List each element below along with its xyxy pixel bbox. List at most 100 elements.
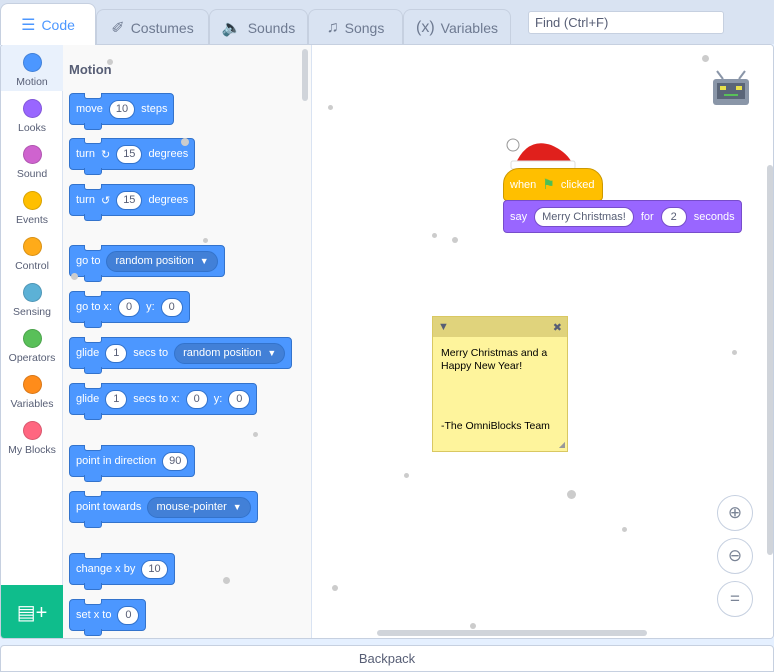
block-set-x[interactable]: set x to 0 bbox=[69, 599, 147, 636]
when-flag-clicked-block[interactable]: when ⚑ clicked bbox=[503, 168, 604, 201]
block-point-towards[interactable]: point towards mouse-pointer ▼ bbox=[69, 491, 258, 528]
sensing-icon bbox=[22, 283, 42, 302]
backpack-label: Backpack bbox=[358, 651, 416, 666]
block-go-to-xy[interactable]: go to x: 0 y: 0 bbox=[69, 291, 190, 328]
category-operators[interactable]: Operators bbox=[1, 321, 63, 367]
note-text[interactable]: Merry Christmas and a Happy New Year! bbox=[433, 337, 567, 383]
block-number-input[interactable]: 90 bbox=[162, 451, 189, 471]
rotate-left-icon: ↺ bbox=[100, 194, 111, 207]
snowflake-icon bbox=[702, 55, 709, 62]
motion-icon bbox=[22, 53, 42, 72]
backpack-bar[interactable]: Backpack bbox=[0, 645, 774, 672]
block-text: secs to x: bbox=[133, 393, 180, 405]
block-glide-to[interactable]: glide 1 secs to random position ▼ bbox=[69, 337, 293, 374]
category-label: My Blocks bbox=[8, 444, 56, 456]
block-text: turn bbox=[76, 194, 95, 206]
looks-icon bbox=[22, 99, 42, 118]
category-motion[interactable]: Motion bbox=[1, 45, 63, 91]
block-number-input[interactable]: 0 bbox=[185, 389, 208, 409]
zoom-out-button[interactable]: ⊖ bbox=[717, 538, 753, 574]
robot-logo-icon bbox=[713, 70, 749, 105]
note-signature: -The OmniBlocks Team bbox=[441, 420, 550, 432]
workspace-vertical-scrollbar[interactable] bbox=[767, 165, 773, 555]
block-glide-xy[interactable]: glide 1 secs to x: 0 y: 0 bbox=[69, 383, 258, 420]
zoom-in-button[interactable]: ⊕ bbox=[717, 495, 753, 531]
resize-grip-icon[interactable]: ◢ bbox=[559, 440, 565, 449]
block-text: secs to bbox=[133, 347, 169, 359]
block-dropdown[interactable]: random position ▼ bbox=[174, 342, 286, 364]
say-for-seconds-block[interactable]: say Merry Christmas! for 2 seconds bbox=[503, 200, 742, 233]
my-blocks-icon bbox=[22, 421, 42, 440]
seconds-input[interactable]: 2 bbox=[660, 206, 687, 227]
block-number-input[interactable]: 15 bbox=[116, 190, 143, 210]
block-number-input[interactable]: 0 bbox=[117, 605, 140, 625]
find-input[interactable]: Find (Ctrl+F) bbox=[528, 11, 724, 34]
block-dropdown[interactable]: random position ▼ bbox=[106, 250, 218, 272]
block-number-input[interactable]: 10 bbox=[108, 99, 136, 119]
palette-section-title: Motion bbox=[69, 62, 112, 77]
snowflake-icon bbox=[567, 490, 576, 499]
block-point-in-direction[interactable]: point in direction 90 bbox=[69, 445, 196, 482]
block-number-input[interactable]: 1 bbox=[105, 389, 128, 409]
snowflake-icon bbox=[732, 350, 737, 355]
variable-icon: (x) bbox=[416, 18, 435, 36]
category-sound[interactable]: Sound bbox=[1, 137, 63, 183]
category-label: Sensing bbox=[13, 306, 51, 318]
block-text: set x to bbox=[76, 609, 112, 621]
zoom-reset-icon: = bbox=[730, 589, 740, 608]
category-label: Control bbox=[15, 260, 49, 272]
category-control[interactable]: Control bbox=[1, 229, 63, 275]
category-sensing[interactable]: Sensing bbox=[1, 275, 63, 321]
palette-scrollbar[interactable] bbox=[302, 49, 308, 101]
block-number-input[interactable]: 0 bbox=[228, 389, 251, 409]
block-turn-left[interactable]: turn ↺ 15 degrees bbox=[69, 184, 196, 221]
snowflake-icon bbox=[223, 577, 230, 584]
dropdown-value: mouse-pointer bbox=[156, 501, 227, 513]
zoom-reset-button[interactable]: = bbox=[717, 581, 753, 617]
add-extension-button[interactable]: ▤+ bbox=[1, 585, 63, 638]
block-number-input[interactable]: 0 bbox=[160, 297, 183, 317]
block-turn-right[interactable]: turn ↻ 15 degrees bbox=[69, 138, 196, 175]
tab-variables[interactable]: (x) Variables bbox=[403, 9, 511, 45]
sound-icon bbox=[22, 145, 42, 164]
block-move-steps[interactable]: move 10 steps bbox=[69, 93, 175, 130]
block-text: steps bbox=[141, 103, 168, 115]
events-icon bbox=[22, 191, 42, 210]
snowflake-icon bbox=[203, 238, 208, 243]
block-go-to[interactable]: go to random position ▼ bbox=[69, 245, 225, 282]
block-number-input[interactable]: 10 bbox=[141, 559, 168, 579]
tab-code[interactable]: ☰ Code bbox=[0, 3, 96, 45]
category-label: Events bbox=[15, 214, 49, 226]
category-looks[interactable]: Looks bbox=[1, 91, 63, 137]
note-header[interactable]: ▼ ✖ bbox=[433, 317, 567, 337]
tab-label: Code bbox=[41, 16, 75, 33]
snowflake-icon bbox=[332, 585, 338, 591]
category-my-blocks[interactable]: My Blocks bbox=[1, 413, 63, 459]
tab-costumes[interactable]: ✐ Costumes bbox=[96, 9, 209, 45]
block-text: degrees bbox=[148, 148, 189, 160]
category-variables[interactable]: Variables bbox=[1, 367, 63, 413]
workspace-horizontal-scrollbar[interactable] bbox=[377, 630, 647, 636]
comment-note[interactable]: ▼ ✖ Merry Christmas and a Happy New Year… bbox=[432, 316, 568, 452]
speaker-icon: 🔈 bbox=[221, 19, 242, 37]
block-text: turn bbox=[76, 148, 95, 160]
category-menu: Motion Looks Sound Events Control Sensin… bbox=[1, 45, 63, 585]
snowflake-icon bbox=[432, 233, 437, 238]
scripts-workspace[interactable]: when ⚑ clicked say Merry Christmas! for … bbox=[312, 45, 773, 638]
close-icon[interactable]: ✖ bbox=[553, 321, 562, 334]
block-change-x[interactable]: change x by 10 bbox=[69, 553, 175, 590]
say-text-input[interactable]: Merry Christmas! bbox=[534, 206, 634, 227]
block-text: point towards bbox=[76, 501, 142, 513]
category-label: Looks bbox=[17, 122, 47, 134]
block-number-input[interactable]: 1 bbox=[105, 343, 128, 363]
collapse-triangle-icon[interactable]: ▼ bbox=[438, 321, 449, 333]
block-number-input[interactable]: 15 bbox=[116, 144, 143, 164]
code-editor: Motion Looks Sound Events Control Sensin… bbox=[0, 44, 774, 639]
block-palette: Motion move 10 steps turn ↻ 15 degrees t… bbox=[63, 45, 312, 638]
block-number-input[interactable]: 0 bbox=[118, 297, 141, 317]
category-events[interactable]: Events bbox=[1, 183, 63, 229]
brush-icon: ✐ bbox=[111, 19, 125, 37]
tab-sounds[interactable]: 🔈 Sounds bbox=[209, 9, 308, 45]
tab-songs[interactable]: ♫ Songs bbox=[308, 9, 403, 45]
block-dropdown[interactable]: mouse-pointer ▼ bbox=[147, 496, 251, 518]
